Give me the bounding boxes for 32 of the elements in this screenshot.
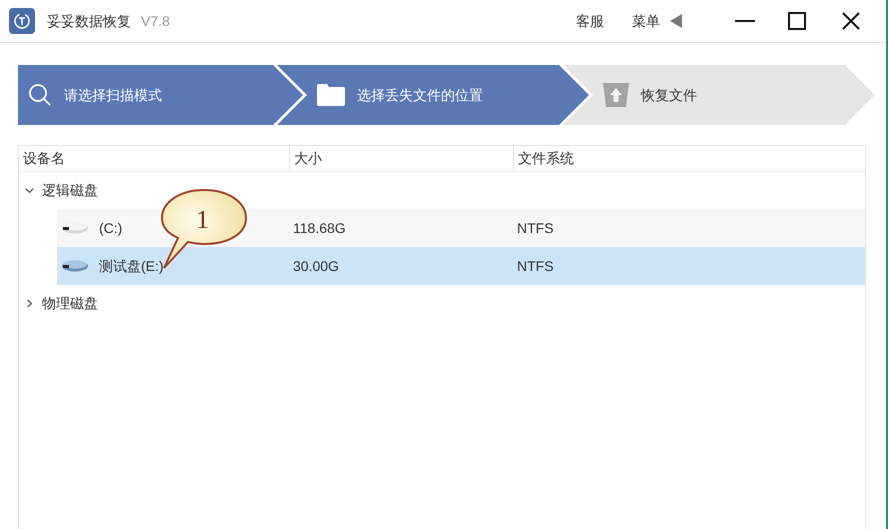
version-label: V7.8: [141, 12, 170, 30]
file-system-cell-text: NTFS: [516, 218, 554, 238]
caret-icon[interactable]: [670, 14, 682, 28]
step-label: 恢复文件: [641, 86, 697, 104]
drive-icon: [61, 221, 89, 235]
file-system-cell-text: NTFS: [516, 256, 554, 276]
tree-group-row[interactable]: 物理磁盘: [19, 285, 865, 322]
group-label: 逻辑磁盘: [42, 181, 98, 200]
drive-name: 测试盘(E:): [99, 256, 164, 276]
column-header[interactable]: 大小: [289, 146, 513, 171]
close-icon: [842, 12, 860, 30]
drive-row[interactable]: 测试盘(E:) 30.00G NTFS: [57, 247, 865, 285]
window-title: 妥妥数据恢复: [47, 12, 131, 30]
group-label: 物理磁盘: [42, 294, 98, 313]
minimize-icon: [735, 20, 755, 22]
search-icon: [28, 83, 52, 107]
maximize-icon: [788, 12, 806, 30]
size-cell-text: 30.00G: [292, 256, 340, 276]
menu-link[interactable]: 菜单: [632, 10, 660, 32]
folder-icon: [317, 84, 345, 106]
drive-icon: [61, 259, 89, 273]
app-logo-icon: [9, 8, 35, 34]
step-label: 请选择扫描模式: [64, 86, 162, 104]
column-header[interactable]: 设备名: [19, 146, 289, 171]
support-link[interactable]: 客服: [576, 10, 604, 32]
column-header[interactable]: 文件系统: [513, 146, 865, 171]
chevron-down-icon[interactable]: [25, 186, 34, 195]
size-cell-text: 118.68G: [292, 218, 347, 238]
upload-icon: [603, 83, 629, 107]
drive-name: (C:): [99, 218, 122, 238]
step-label: 选择丢失文件的位置: [357, 86, 483, 104]
chevron-right-icon[interactable]: [25, 299, 34, 308]
